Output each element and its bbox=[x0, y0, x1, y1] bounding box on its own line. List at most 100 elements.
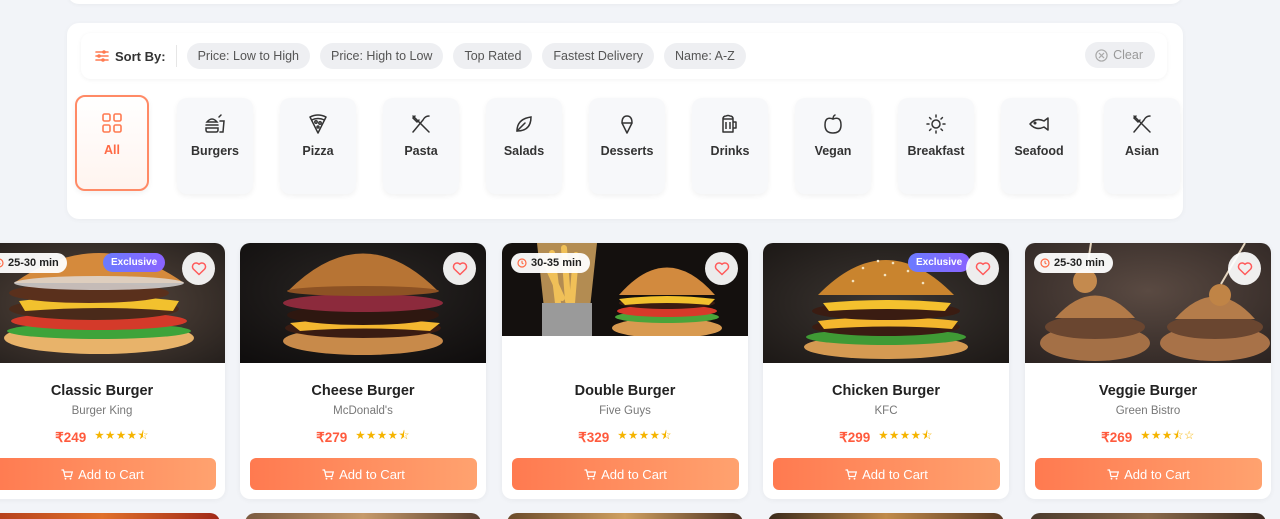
category-seafood[interactable]: Seafood bbox=[1001, 98, 1077, 194]
product-price: ₹279 bbox=[316, 429, 348, 445]
category-salads[interactable]: Salads bbox=[486, 98, 562, 194]
add-to-cart-label: Add to Cart bbox=[339, 466, 405, 482]
category-label: Breakfast bbox=[907, 144, 965, 158]
delivery-time: 25-30 min bbox=[1054, 257, 1105, 269]
next-row-card-image bbox=[245, 513, 481, 519]
product-image: 25-30 min bbox=[1025, 243, 1271, 363]
cart-icon bbox=[845, 468, 858, 480]
category-label: Asian bbox=[1124, 144, 1160, 158]
add-to-cart-button[interactable]: Add to Cart bbox=[1035, 458, 1262, 490]
category-label: Salads bbox=[503, 144, 545, 158]
restaurant-name: Green Bistro bbox=[1115, 405, 1181, 417]
sort-option-price-low-high[interactable]: Price: Low to High bbox=[186, 43, 310, 69]
pizza-icon bbox=[309, 114, 327, 134]
fish-icon bbox=[1029, 117, 1049, 131]
heart-icon bbox=[1237, 262, 1252, 276]
rating-stars: ★★★★⯪ bbox=[355, 430, 410, 442]
favorite-button[interactable] bbox=[443, 252, 476, 285]
rating-stars: ★★★★⯪ bbox=[878, 430, 933, 442]
category-pasta[interactable]: Pasta bbox=[383, 98, 459, 194]
product-image: 25-30 min Exclusive bbox=[0, 243, 225, 363]
category-drinks[interactable]: Drinks bbox=[692, 98, 768, 194]
clear-sort-button[interactable]: Clear bbox=[1085, 42, 1155, 68]
previous-panel-edge bbox=[67, 0, 1183, 4]
apple-icon bbox=[824, 114, 842, 134]
cart-icon bbox=[584, 468, 597, 480]
sort-option-fastest-delivery[interactable]: Fastest Delivery bbox=[542, 43, 655, 69]
sort-label: Sort By: bbox=[95, 45, 177, 67]
product-card-chicken-burger[interactable]: Exclusive Chicken Burger KFC ₹299 ★★★★⯪ A… bbox=[763, 243, 1009, 499]
sort-option-price-high-low[interactable]: Price: High to Low bbox=[320, 43, 444, 69]
clock-icon bbox=[0, 258, 4, 268]
add-to-cart-button[interactable]: Add to Cart bbox=[250, 458, 477, 490]
add-to-cart-label: Add to Cart bbox=[601, 466, 667, 482]
cart-icon bbox=[322, 468, 335, 480]
product-card-double-burger[interactable]: 30-35 min Double Burger Five Guys ₹329 ★★… bbox=[502, 243, 748, 499]
favorite-button[interactable] bbox=[966, 252, 999, 285]
category-asian[interactable]: Asian bbox=[1104, 98, 1180, 194]
filter-panel: Sort By: Price: Low to High Price: High … bbox=[67, 23, 1183, 219]
product-price: ₹329 bbox=[578, 429, 610, 445]
clear-label: Clear bbox=[1113, 48, 1143, 62]
leaf-icon bbox=[516, 116, 532, 132]
delivery-time: 25-30 min bbox=[8, 257, 59, 269]
category-pizza[interactable]: Pizza bbox=[280, 98, 356, 194]
cart-icon bbox=[61, 468, 74, 480]
heart-icon bbox=[975, 262, 990, 276]
next-row-card-image bbox=[768, 513, 1004, 519]
utensils-icon bbox=[1132, 115, 1151, 133]
category-label: Seafood bbox=[1014, 144, 1064, 158]
product-name: Veggie Burger bbox=[1098, 383, 1198, 399]
product-card-cheese-burger[interactable]: Cheese Burger McDonald's ₹279 ★★★★⯪ Add t… bbox=[240, 243, 486, 499]
category-burgers[interactable]: Burgers bbox=[177, 98, 253, 194]
delivery-time-badge: 25-30 min bbox=[1034, 253, 1113, 273]
grid-icon bbox=[102, 113, 122, 133]
product-price: ₹299 bbox=[839, 429, 871, 445]
restaurant-name: Five Guys bbox=[599, 405, 651, 417]
category-label: Pizza bbox=[302, 144, 334, 158]
sort-bar: Sort By: Price: Low to High Price: High … bbox=[81, 33, 1167, 79]
restaurant-name: McDonald's bbox=[333, 405, 393, 417]
product-name: Chicken Burger bbox=[832, 383, 940, 399]
restaurant-name: KFC bbox=[874, 405, 898, 417]
add-to-cart-label: Add to Cart bbox=[862, 466, 928, 482]
sort-option-name-az[interactable]: Name: A-Z bbox=[664, 43, 746, 69]
favorite-button[interactable] bbox=[705, 252, 738, 285]
favorite-button[interactable] bbox=[182, 252, 215, 285]
delivery-time-badge: 30-35 min bbox=[511, 253, 590, 273]
rating-stars: ★★★★⯪ bbox=[617, 430, 672, 442]
favorite-button[interactable] bbox=[1228, 252, 1261, 285]
exclusive-badge: Exclusive bbox=[908, 253, 971, 272]
next-row-card-image bbox=[0, 513, 220, 519]
category-label: Desserts bbox=[600, 144, 654, 158]
product-price: ₹249 bbox=[55, 429, 87, 445]
sort-option-top-rated[interactable]: Top Rated bbox=[453, 43, 533, 69]
category-label: Drinks bbox=[710, 144, 750, 158]
delivery-time: 30-35 min bbox=[531, 257, 582, 269]
add-to-cart-button[interactable]: Add to Cart bbox=[773, 458, 1000, 490]
rating-stars: ★★★★⯪ bbox=[94, 430, 149, 442]
product-price: ₹269 bbox=[1101, 429, 1133, 445]
cart-icon bbox=[1107, 468, 1120, 480]
category-list: All Burgers Pizza Pasta Salads Desserts … bbox=[67, 95, 1183, 205]
ice-cream-icon bbox=[621, 115, 633, 134]
category-vegan[interactable]: Vegan bbox=[795, 98, 871, 194]
product-image: 30-35 min bbox=[502, 243, 748, 336]
add-to-cart-button[interactable]: Add to Cart bbox=[0, 458, 216, 490]
close-circle-icon bbox=[1095, 48, 1108, 62]
category-label: All bbox=[104, 143, 120, 157]
add-to-cart-button[interactable]: Add to Cart bbox=[512, 458, 739, 490]
clock-icon bbox=[1040, 258, 1050, 268]
category-label: Vegan bbox=[814, 144, 852, 158]
product-card-veggie-burger[interactable]: 25-30 min Veggie Burger Green Bistro ₹26… bbox=[1025, 243, 1271, 499]
clock-icon bbox=[517, 258, 527, 268]
next-row-card-image bbox=[1030, 513, 1266, 519]
category-breakfast[interactable]: Breakfast bbox=[898, 98, 974, 194]
category-all[interactable]: All bbox=[75, 95, 149, 191]
burger-icon bbox=[205, 114, 225, 133]
category-desserts[interactable]: Desserts bbox=[589, 98, 665, 194]
product-card-classic-burger[interactable]: 25-30 min Exclusive Classic Burger Burge… bbox=[0, 243, 225, 499]
sliders-icon bbox=[95, 50, 109, 62]
product-name: Cheese Burger bbox=[311, 383, 415, 399]
product-image bbox=[240, 243, 486, 363]
